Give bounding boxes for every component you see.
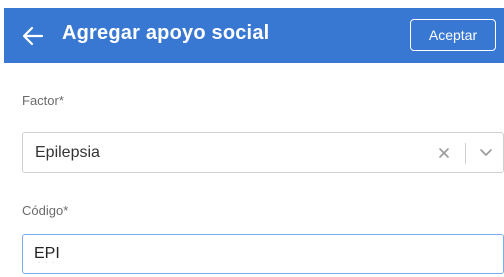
arrow-left-icon[interactable]	[20, 23, 46, 49]
close-icon[interactable]	[438, 147, 450, 159]
factor-select-value: Epilepsia	[35, 144, 100, 161]
factor-select[interactable]: Epilepsia	[22, 132, 504, 173]
factor-label: Factor*	[22, 93, 64, 108]
chevron-down-icon[interactable]	[479, 148, 493, 158]
select-separator	[465, 143, 466, 164]
app-header: Agregar apoyo social Aceptar	[4, 8, 504, 63]
accept-button[interactable]: Aceptar	[410, 19, 496, 51]
codigo-input[interactable]	[22, 234, 504, 274]
codigo-label: Código*	[22, 203, 69, 218]
page-title: Agregar apoyo social	[62, 22, 270, 44]
form-panel: Factor* Epilepsia Código*	[4, 63, 504, 277]
